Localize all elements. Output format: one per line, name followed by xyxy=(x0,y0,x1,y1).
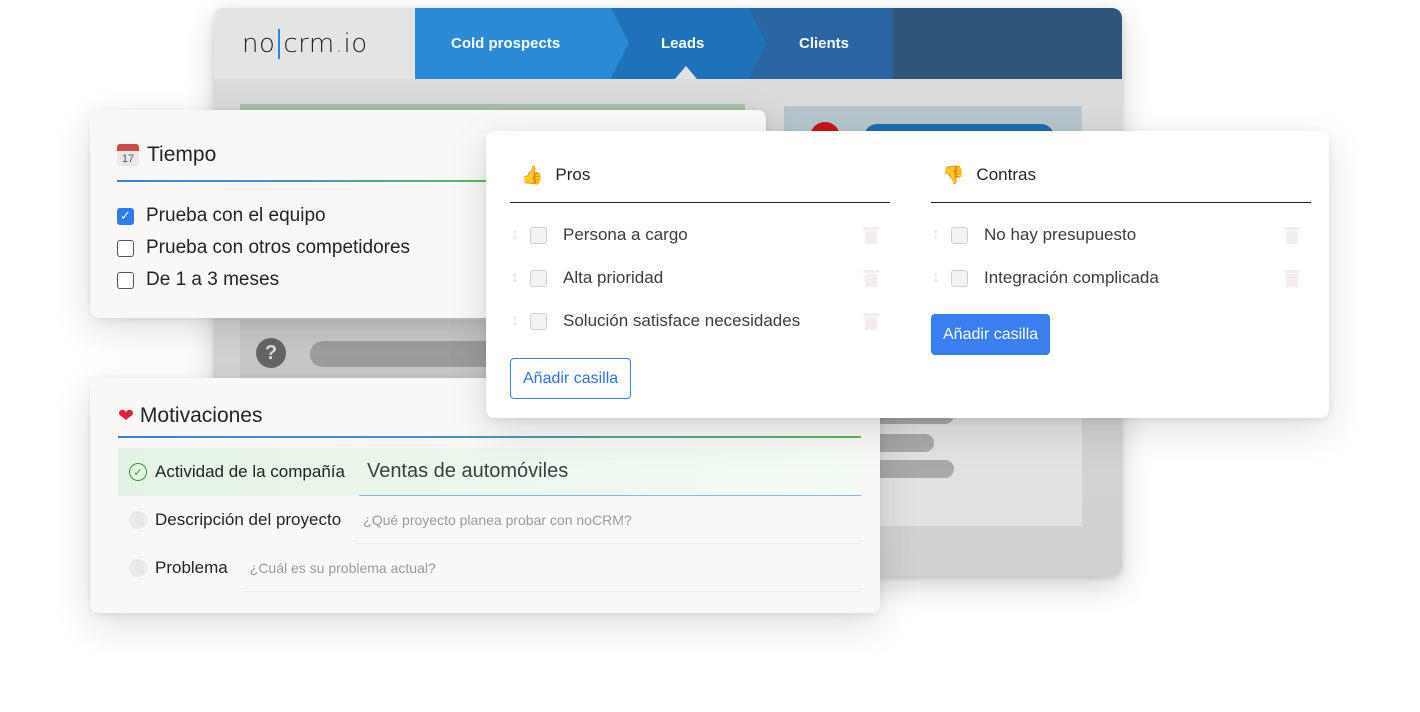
stage-arrow xyxy=(611,8,629,78)
field-row-actividad: ✓ Actividad de la compañía Ventas de aut… xyxy=(118,448,861,496)
logo-text-no: no xyxy=(242,28,276,59)
stage-clients[interactable]: Clients xyxy=(749,8,893,79)
motivaciones-title: ❤ Motivaciones xyxy=(118,404,262,428)
drag-handle-icon[interactable]: ↕ xyxy=(931,226,941,244)
checklist-item[interactable]: De 1 a 3 meses xyxy=(117,264,410,296)
drag-handle-icon[interactable]: ↕ xyxy=(510,226,520,244)
contras-header: 👎 Contras xyxy=(931,165,1311,203)
logo-text-crm: crm xyxy=(283,28,335,59)
stage-arrow xyxy=(749,8,767,78)
drag-handle-icon[interactable]: ↕ xyxy=(510,312,520,330)
calendar-icon: 17 xyxy=(117,144,139,166)
pros-item-label: Persona a cargo xyxy=(563,225,688,244)
contras-title: Contras xyxy=(976,165,1036,184)
tiempo-title: 17 Tiempo xyxy=(117,143,216,167)
background-placeholder-pill xyxy=(310,341,510,367)
check-circle-icon: ✓ xyxy=(129,463,147,481)
checklist-item-label: De 1 a 3 meses xyxy=(146,269,280,290)
pipeline-header: no crm. io Cold prospects Leads Clients xyxy=(214,8,1122,79)
heart-icon: ❤ xyxy=(118,405,134,427)
trash-icon[interactable] xyxy=(862,225,880,245)
tiempo-checklist: ✓ Prueba con el equipo Prueba con otros … xyxy=(117,200,410,296)
stage-label: Clients xyxy=(799,35,850,52)
stage-label: Leads xyxy=(661,35,705,52)
pros-item-label: Solución satisface necesidades xyxy=(563,311,801,330)
logo-text-io: io xyxy=(343,28,368,59)
field-row-descripcion: Descripción del proyecto ¿Qué proyecto p… xyxy=(118,496,861,544)
stage-cold-prospects[interactable]: Cold prospects xyxy=(415,8,629,79)
pros-add-button[interactable]: Añadir casilla xyxy=(510,358,632,399)
drag-handle-icon[interactable]: ↕ xyxy=(510,269,520,287)
question-icon: ? xyxy=(256,338,286,368)
contras-item-label: Integración complicada xyxy=(984,268,1159,287)
checkbox[interactable] xyxy=(530,226,547,244)
active-stage-caret xyxy=(675,66,697,79)
pros-title: Pros xyxy=(555,165,591,184)
pipeline-filler xyxy=(893,8,1122,79)
logo-divider xyxy=(278,28,281,59)
actividad-input[interactable]: Ventas de automóviles xyxy=(358,448,861,496)
thumbs-up-icon: 👍 xyxy=(521,165,544,185)
checklist-item-label: Prueba con otros competidores xyxy=(146,237,411,258)
checkbox[interactable] xyxy=(117,239,134,257)
title-divider xyxy=(117,180,487,182)
checklist-item[interactable]: ✓ Prueba con el equipo xyxy=(117,200,410,232)
pros-item: ↕ Solución satisface necesidades xyxy=(510,306,890,336)
checklist-item-label: Prueba con el equipo xyxy=(146,205,326,226)
pros-item: ↕ Alta prioridad xyxy=(510,263,890,293)
empty-status-icon xyxy=(129,511,147,529)
pros-header: 👍 Pros xyxy=(510,165,890,203)
field-row-problema: Problema ¿Cuál es su problema actual? xyxy=(118,544,861,592)
field-label: Actividad de la compañía xyxy=(155,462,345,481)
stage-label: Cold prospects xyxy=(451,35,561,52)
pros-contras-card: 👍 Pros ↕ Persona a cargo ↕ Alta priorida… xyxy=(486,131,1329,418)
checkbox[interactable] xyxy=(951,269,968,287)
checkbox-checked[interactable]: ✓ xyxy=(117,207,134,225)
field-label: Descripción del proyecto xyxy=(155,510,342,529)
contras-add-button[interactable]: Añadir casilla xyxy=(931,314,1051,355)
problema-input[interactable]: ¿Cuál es su problema actual? xyxy=(241,544,861,592)
field-label: Problema xyxy=(155,558,228,577)
checkbox[interactable] xyxy=(951,226,968,244)
trash-icon[interactable] xyxy=(1283,268,1301,288)
tiempo-title-text: Tiempo xyxy=(147,143,217,166)
contras-item-label: No hay presupuesto xyxy=(984,225,1137,244)
empty-status-icon xyxy=(129,559,147,577)
stage-leads[interactable]: Leads xyxy=(611,8,767,79)
checkbox[interactable] xyxy=(117,271,134,289)
checkbox[interactable] xyxy=(530,269,547,287)
title-divider xyxy=(118,436,861,438)
nocrm-logo: no crm. io xyxy=(214,8,415,79)
thumbs-down-icon: 👎 xyxy=(942,165,965,185)
checkbox[interactable] xyxy=(530,312,547,330)
pros-item: ↕ Persona a cargo xyxy=(510,220,890,250)
motivaciones-title-text: Motivaciones xyxy=(139,404,263,427)
pros-item-label: Alta prioridad xyxy=(563,268,664,287)
trash-icon[interactable] xyxy=(862,268,880,288)
descripcion-input[interactable]: ¿Qué proyecto planea probar con noCRM? xyxy=(355,496,861,544)
drag-handle-icon[interactable]: ↕ xyxy=(931,269,941,287)
checklist-item[interactable]: Prueba con otros competidores xyxy=(117,232,410,264)
logo-dot: . xyxy=(334,28,344,59)
trash-icon[interactable] xyxy=(862,311,880,331)
contras-item: ↕ No hay presupuesto xyxy=(931,220,1311,250)
calendar-day: 17 xyxy=(121,153,135,165)
trash-icon[interactable] xyxy=(1283,225,1301,245)
contras-item: ↕ Integración complicada xyxy=(931,263,1311,293)
